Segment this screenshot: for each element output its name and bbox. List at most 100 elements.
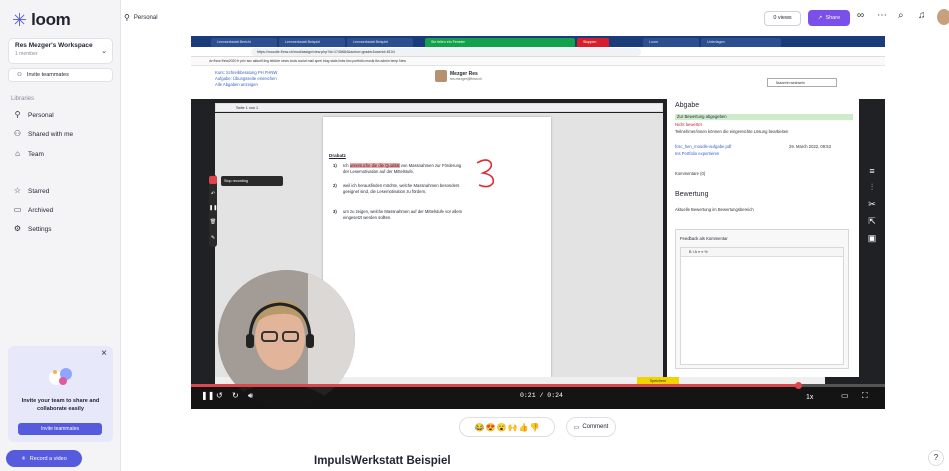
current-grade: Aktuelle Bewertung im Bewertungsbereich bbox=[675, 207, 754, 212]
invite-teammates-label: Invite teammates bbox=[26, 72, 69, 78]
archive-icon: ▭ bbox=[13, 205, 22, 214]
promo-invite-button[interactable]: Invite teammates bbox=[18, 423, 102, 435]
portfolio-export-link: Ins Portfolio exportieren bbox=[675, 151, 720, 156]
more-icon[interactable]: ⋯ bbox=[877, 11, 887, 21]
rewind-icon[interactable]: ↺ bbox=[216, 392, 223, 400]
sidebar-item-label: Team bbox=[28, 150, 44, 158]
person-icon: ⚲ bbox=[124, 13, 130, 22]
cursor-icon: ⇱ bbox=[868, 216, 876, 226]
sidebar-item-team[interactable]: ⌂ Team bbox=[13, 150, 44, 158]
workspace-member-count: 1 member bbox=[15, 51, 38, 57]
doc-item-text: weil ich herausfinden möchte, welche Mas… bbox=[343, 183, 460, 195]
promo-text: Invite your team to share and collaborat… bbox=[21, 398, 100, 412]
recorded-address-bar: https://moodle.fhnw.ch/mod/assign/view.p… bbox=[191, 47, 885, 57]
handwritten-annotation bbox=[476, 159, 495, 188]
pause-icon: ❚❚ bbox=[209, 205, 218, 211]
sidebar: ✳ loom Res Mezger's Workspace 1 member ⌄… bbox=[0, 0, 121, 471]
recorded-browser-tabs: Lernwerkstatt Bericht Lernwerkstatt Beis… bbox=[191, 36, 885, 47]
sidebar-item-personal[interactable]: ⚲ Personal bbox=[13, 111, 54, 119]
link-icon[interactable]: ∞ bbox=[857, 11, 864, 21]
feedback-box: Feedback als Kommentar B I A ≡ ≡ % bbox=[675, 229, 849, 369]
doc-item-text: Ich bbox=[343, 163, 350, 168]
share-label: Share bbox=[825, 15, 841, 21]
menu-icon: ≡ bbox=[869, 166, 875, 176]
scissors-icon: ✂ bbox=[868, 199, 876, 209]
promo-illustration bbox=[49, 368, 72, 385]
progress-fill bbox=[191, 384, 799, 387]
record-video-label: Record a video bbox=[29, 455, 67, 462]
sidebar-item-label: Shared with me bbox=[28, 130, 74, 138]
share-icon: ➚ bbox=[817, 15, 823, 21]
submission-title: Abgabe bbox=[675, 102, 700, 109]
workspace-name: Res Mezger's Workspace bbox=[15, 42, 93, 49]
doc-item: 1) Ich untersuche die die Qualität von M… bbox=[333, 163, 463, 176]
reaction-wow[interactable]: 😮 bbox=[497, 423, 507, 432]
grading-status: Nicht bewertet bbox=[675, 122, 702, 127]
forward-icon[interactable]: ↻ bbox=[232, 392, 239, 400]
close-icon[interactable]: × bbox=[101, 348, 107, 359]
star-icon: ☆ bbox=[13, 186, 22, 195]
doc-item-number: 1) bbox=[333, 163, 337, 168]
record-video-button[interactable]: ✳ Record a video bbox=[6, 450, 82, 467]
doc-item-number: 2) bbox=[333, 183, 337, 188]
doc-item: 2) weil ich herausfinden möchte, welche … bbox=[333, 183, 463, 196]
add-people-icon: ⚇ bbox=[17, 72, 22, 78]
user-email: res.mezger@fhnw.ch bbox=[450, 77, 482, 81]
fullscreen-icon[interactable]: ⛶ bbox=[862, 392, 868, 400]
trash-icon: 🗑 bbox=[209, 219, 217, 225]
page-selector: Seite 1 von 1 bbox=[236, 106, 259, 110]
loom-logo-icon: ✳ bbox=[12, 10, 28, 30]
stop-sharing-button: Stoppen bbox=[577, 38, 609, 47]
loom-logo[interactable]: ✳ loom bbox=[12, 10, 71, 30]
breadcrumb-label: Personal bbox=[133, 14, 158, 21]
recorded-tab: Lernwerkstatt Bericht bbox=[211, 38, 277, 47]
editor-toolbar: B I A ≡ ≡ % bbox=[681, 248, 843, 257]
libraries-heading: Libraries bbox=[11, 96, 35, 102]
reaction-love[interactable]: 😍 bbox=[486, 423, 496, 432]
grading-panel: Abgabe Zur Bewertung abgegeben Nicht bew… bbox=[667, 99, 859, 377]
volume-icon[interactable]: 🔊︎ bbox=[248, 392, 253, 400]
breadcrumb[interactable]: ⚲ Personal bbox=[124, 13, 158, 22]
help-button[interactable]: ? bbox=[928, 450, 944, 466]
user-photo bbox=[435, 70, 447, 82]
recorded-tab: Lernwerkstatt Beispiel bbox=[347, 38, 413, 47]
views-button[interactable]: 0 views bbox=[764, 11, 801, 26]
bell-icon[interactable]: ♫ bbox=[918, 11, 926, 21]
video-player[interactable]: Lernwerkstatt Bericht Lernwerkstatt Beis… bbox=[191, 36, 885, 409]
sidebar-item-starred[interactable]: ☆ Starred bbox=[13, 187, 49, 195]
invite-teammates-button[interactable]: ⚇ Invite teammates bbox=[8, 68, 113, 82]
doc-item-text: um zu zeigen, welche Massnahmen auf der … bbox=[343, 209, 463, 221]
loom-logo-text: loom bbox=[31, 10, 71, 29]
reaction-celebrate[interactable]: 🙌 bbox=[508, 423, 518, 432]
sidebar-item-archived[interactable]: ▭ Archived bbox=[13, 205, 54, 214]
recorded-url: https://moodle.fhnw.ch/mod/assign/view.p… bbox=[251, 48, 641, 56]
comment-button[interactable]: ▭ Comment bbox=[566, 417, 616, 437]
person-icon: ⚲ bbox=[14, 110, 21, 119]
workspace-switcher[interactable]: Res Mezger's Workspace 1 member ⌄ bbox=[8, 38, 113, 64]
moodle-links: Kurs: Schreibberatung PH FHNW Aufgabe: Ü… bbox=[215, 70, 277, 88]
comment-label: Comment bbox=[582, 424, 609, 430]
progress-bar[interactable] bbox=[191, 382, 885, 389]
all-submissions-link: Alle Abgaben anzeigen bbox=[215, 82, 258, 87]
pause-icon[interactable]: ❚❚ bbox=[201, 392, 214, 400]
sidebar-item-shared[interactable]: ⚇ Shared with me bbox=[13, 130, 73, 138]
doc-item-number: 3) bbox=[333, 209, 337, 214]
undo-icon: ↶ bbox=[210, 191, 216, 197]
reaction-thumbs-down[interactable]: 👎 bbox=[529, 423, 539, 432]
captions-icon[interactable]: ▭ bbox=[841, 392, 849, 400]
pen-icon: ✎ bbox=[210, 235, 216, 241]
playback-speed[interactable]: 1x bbox=[806, 394, 813, 401]
sidebar-item-settings[interactable]: ⚙ Settings bbox=[13, 225, 52, 233]
doc-highlight: untersuche die die Qualität bbox=[349, 163, 400, 168]
stop-recording-icon bbox=[209, 176, 217, 184]
reaction-laugh[interactable]: 😂 bbox=[475, 423, 485, 432]
search-icon[interactable]: ⌕ bbox=[898, 11, 904, 21]
recorded-tab: Unterlagen bbox=[701, 38, 781, 47]
grading-heading: Bewertung bbox=[675, 191, 709, 198]
share-button[interactable]: ➚ Share bbox=[808, 10, 850, 26]
avatar[interactable] bbox=[937, 9, 949, 25]
reaction-thumbs-up[interactable]: 👍 bbox=[518, 423, 528, 432]
gear-icon: ⚙ bbox=[13, 224, 22, 233]
comments-toggle: Kommentare (0) bbox=[675, 171, 706, 176]
stop-recording-tooltip: Stop recording bbox=[221, 176, 283, 186]
